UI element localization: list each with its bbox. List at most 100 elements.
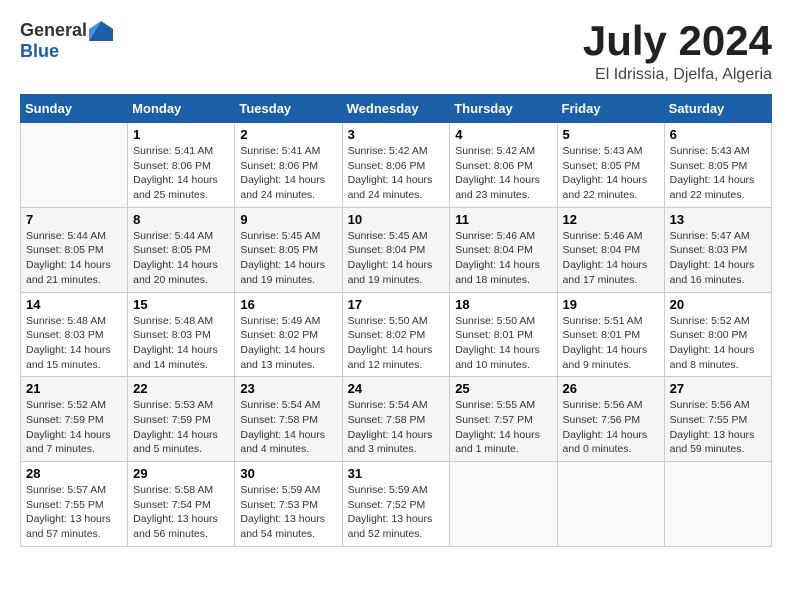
calendar-week-row: 1 Sunrise: 5:41 AM Sunset: 8:06 PM Daylig… [21, 123, 772, 208]
calendar-cell: 8 Sunrise: 5:44 AM Sunset: 8:05 PM Daylig… [128, 207, 235, 292]
day-info: Sunrise: 5:59 AM Sunset: 7:52 PM Dayligh… [348, 483, 445, 542]
day-info: Sunrise: 5:59 AM Sunset: 7:53 PM Dayligh… [240, 483, 336, 542]
calendar-cell: 24 Sunrise: 5:54 AM Sunset: 7:58 PM Dayli… [342, 377, 450, 462]
logo-general-text: General [20, 20, 87, 41]
day-number: 8 [133, 212, 229, 227]
day-number: 24 [348, 381, 445, 396]
calendar-cell [557, 462, 664, 547]
calendar-cell: 26 Sunrise: 5:56 AM Sunset: 7:56 PM Dayli… [557, 377, 664, 462]
calendar-cell: 23 Sunrise: 5:54 AM Sunset: 7:58 PM Dayli… [235, 377, 342, 462]
day-number: 23 [240, 381, 336, 396]
day-info: Sunrise: 5:55 AM Sunset: 7:57 PM Dayligh… [455, 398, 551, 457]
calendar-table: SundayMondayTuesdayWednesdayThursdayFrid… [20, 94, 772, 547]
day-number: 10 [348, 212, 445, 227]
day-info: Sunrise: 5:44 AM Sunset: 8:05 PM Dayligh… [133, 229, 229, 288]
day-info: Sunrise: 5:48 AM Sunset: 8:03 PM Dayligh… [26, 314, 122, 373]
day-info: Sunrise: 5:56 AM Sunset: 7:55 PM Dayligh… [670, 398, 766, 457]
day-number: 28 [26, 466, 122, 481]
calendar-week-row: 7 Sunrise: 5:44 AM Sunset: 8:05 PM Daylig… [21, 207, 772, 292]
calendar-cell: 16 Sunrise: 5:49 AM Sunset: 8:02 PM Dayli… [235, 292, 342, 377]
day-number: 22 [133, 381, 229, 396]
day-number: 11 [455, 212, 551, 227]
day-info: Sunrise: 5:44 AM Sunset: 8:05 PM Dayligh… [26, 229, 122, 288]
day-number: 20 [670, 297, 766, 312]
calendar-cell: 20 Sunrise: 5:52 AM Sunset: 8:00 PM Dayli… [664, 292, 771, 377]
day-number: 31 [348, 466, 445, 481]
day-number: 2 [240, 127, 336, 142]
location-subtitle: El Idrissia, Djelfa, Algeria [583, 66, 772, 84]
day-number: 16 [240, 297, 336, 312]
day-info: Sunrise: 5:52 AM Sunset: 8:00 PM Dayligh… [670, 314, 766, 373]
calendar-week-row: 14 Sunrise: 5:48 AM Sunset: 8:03 PM Dayli… [21, 292, 772, 377]
calendar-cell: 9 Sunrise: 5:45 AM Sunset: 8:05 PM Daylig… [235, 207, 342, 292]
day-number: 30 [240, 466, 336, 481]
calendar-header-wednesday: Wednesday [342, 95, 450, 123]
day-number: 12 [563, 212, 659, 227]
calendar-cell: 31 Sunrise: 5:59 AM Sunset: 7:52 PM Dayli… [342, 462, 450, 547]
day-info: Sunrise: 5:47 AM Sunset: 8:03 PM Dayligh… [670, 229, 766, 288]
calendar-cell [21, 123, 128, 208]
calendar-header-tuesday: Tuesday [235, 95, 342, 123]
day-info: Sunrise: 5:50 AM Sunset: 8:01 PM Dayligh… [455, 314, 551, 373]
calendar-cell: 13Sunrise: 5:47 AM Sunset: 8:03 PM Dayli… [664, 207, 771, 292]
day-number: 1 [133, 127, 229, 142]
day-info: Sunrise: 5:43 AM Sunset: 8:05 PM Dayligh… [670, 144, 766, 203]
day-number: 19 [563, 297, 659, 312]
calendar-cell: 2 Sunrise: 5:41 AM Sunset: 8:06 PM Daylig… [235, 123, 342, 208]
day-number: 6 [670, 127, 766, 142]
day-number: 4 [455, 127, 551, 142]
day-info: Sunrise: 5:56 AM Sunset: 7:56 PM Dayligh… [563, 398, 659, 457]
calendar-cell: 14 Sunrise: 5:48 AM Sunset: 8:03 PM Dayli… [21, 292, 128, 377]
day-info: Sunrise: 5:58 AM Sunset: 7:54 PM Dayligh… [133, 483, 229, 542]
day-info: Sunrise: 5:43 AM Sunset: 8:05 PM Dayligh… [563, 144, 659, 203]
day-info: Sunrise: 5:50 AM Sunset: 8:02 PM Dayligh… [348, 314, 445, 373]
calendar-week-row: 28 Sunrise: 5:57 AM Sunset: 7:55 PM Dayli… [21, 462, 772, 547]
calendar-cell: 19 Sunrise: 5:51 AM Sunset: 8:01 PM Dayli… [557, 292, 664, 377]
day-number: 3 [348, 127, 445, 142]
logo: General Blue [20, 20, 113, 62]
calendar-cell: 21Sunrise: 5:52 AM Sunset: 7:59 PM Dayli… [21, 377, 128, 462]
calendar-header-saturday: Saturday [664, 95, 771, 123]
calendar-cell: 28 Sunrise: 5:57 AM Sunset: 7:55 PM Dayli… [21, 462, 128, 547]
day-number: 26 [563, 381, 659, 396]
day-number: 29 [133, 466, 229, 481]
calendar-cell: 6 Sunrise: 5:43 AM Sunset: 8:05 PM Daylig… [664, 123, 771, 208]
day-number: 14 [26, 297, 122, 312]
day-info: Sunrise: 5:41 AM Sunset: 8:06 PM Dayligh… [240, 144, 336, 203]
day-info: Sunrise: 5:46 AM Sunset: 8:04 PM Dayligh… [455, 229, 551, 288]
day-info: Sunrise: 5:46 AM Sunset: 8:04 PM Dayligh… [563, 229, 659, 288]
day-info: Sunrise: 5:54 AM Sunset: 7:58 PM Dayligh… [348, 398, 445, 457]
day-number: 27 [670, 381, 766, 396]
day-number: 25 [455, 381, 551, 396]
page-header: General Blue July 2024 El Idrissia, Djel… [20, 20, 772, 84]
calendar-header-monday: Monday [128, 95, 235, 123]
day-number: 18 [455, 297, 551, 312]
day-info: Sunrise: 5:52 AM Sunset: 7:59 PM Dayligh… [26, 398, 122, 457]
logo-icon [89, 21, 113, 41]
day-info: Sunrise: 5:45 AM Sunset: 8:05 PM Dayligh… [240, 229, 336, 288]
day-info: Sunrise: 5:45 AM Sunset: 8:04 PM Dayligh… [348, 229, 445, 288]
calendar-cell: 10 Sunrise: 5:45 AM Sunset: 8:04 PM Dayli… [342, 207, 450, 292]
day-info: Sunrise: 5:49 AM Sunset: 8:02 PM Dayligh… [240, 314, 336, 373]
day-number: 7 [26, 212, 122, 227]
calendar-header-friday: Friday [557, 95, 664, 123]
calendar-cell [664, 462, 771, 547]
day-number: 15 [133, 297, 229, 312]
day-number: 9 [240, 212, 336, 227]
calendar-week-row: 21Sunrise: 5:52 AM Sunset: 7:59 PM Dayli… [21, 377, 772, 462]
day-info: Sunrise: 5:48 AM Sunset: 8:03 PM Dayligh… [133, 314, 229, 373]
calendar-cell: 11 Sunrise: 5:46 AM Sunset: 8:04 PM Dayli… [450, 207, 557, 292]
calendar-header-row: SundayMondayTuesdayWednesdayThursdayFrid… [21, 95, 772, 123]
day-number: 5 [563, 127, 659, 142]
day-info: Sunrise: 5:41 AM Sunset: 8:06 PM Dayligh… [133, 144, 229, 203]
day-info: Sunrise: 5:54 AM Sunset: 7:58 PM Dayligh… [240, 398, 336, 457]
month-year-title: July 2024 [583, 20, 772, 62]
day-info: Sunrise: 5:57 AM Sunset: 7:55 PM Dayligh… [26, 483, 122, 542]
calendar-cell: 22Sunrise: 5:53 AM Sunset: 7:59 PM Dayli… [128, 377, 235, 462]
calendar-cell: 29 Sunrise: 5:58 AM Sunset: 7:54 PM Dayli… [128, 462, 235, 547]
day-info: Sunrise: 5:51 AM Sunset: 8:01 PM Dayligh… [563, 314, 659, 373]
calendar-cell: 25 Sunrise: 5:55 AM Sunset: 7:57 PM Dayli… [450, 377, 557, 462]
title-section: July 2024 El Idrissia, Djelfa, Algeria [583, 20, 772, 84]
calendar-cell: 15 Sunrise: 5:48 AM Sunset: 8:03 PM Dayli… [128, 292, 235, 377]
calendar-cell: 27 Sunrise: 5:56 AM Sunset: 7:55 PM Dayli… [664, 377, 771, 462]
